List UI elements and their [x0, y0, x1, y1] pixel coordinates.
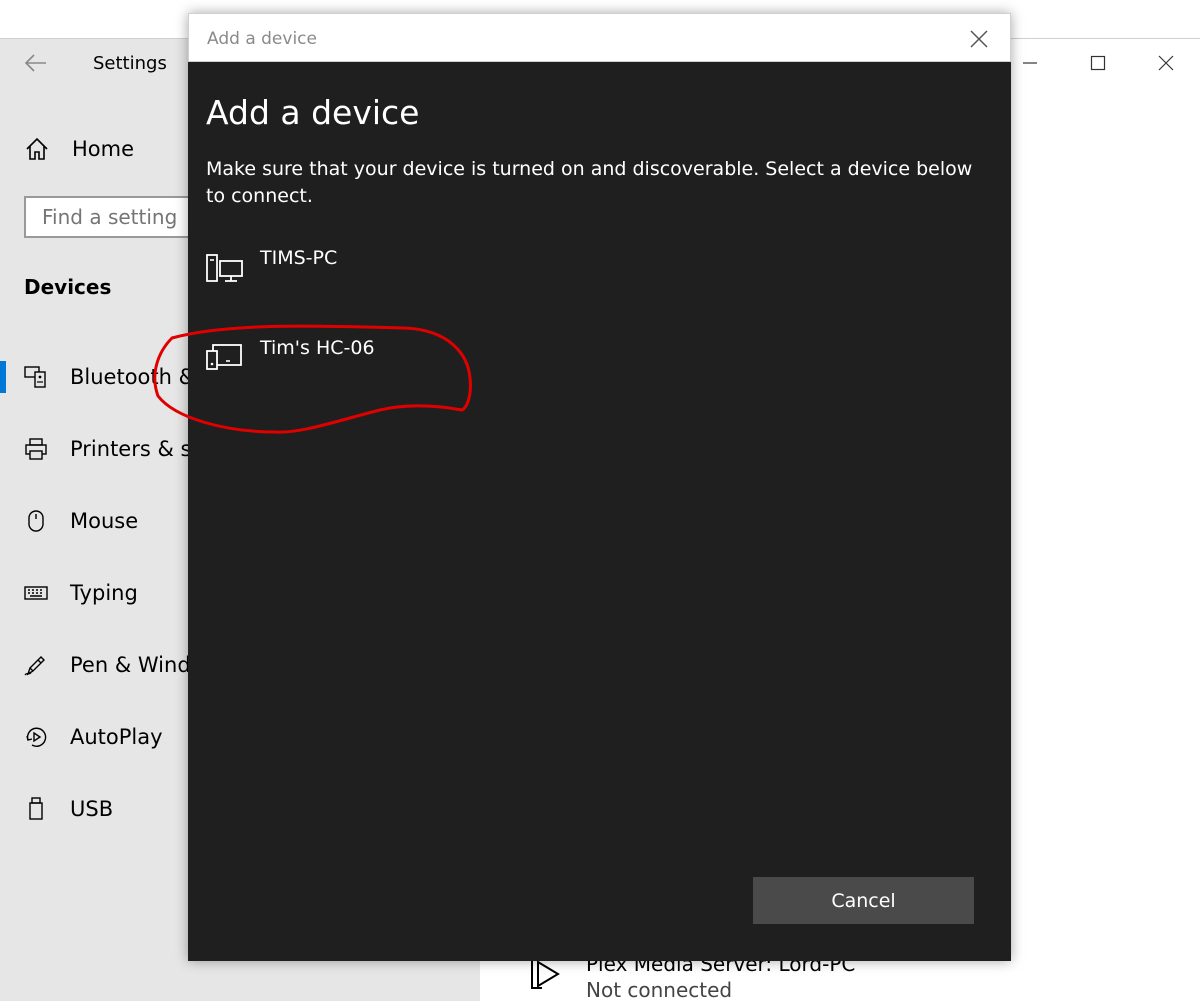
dialog-titlebar: Add a device	[188, 13, 1011, 62]
dialog-heading: Add a device	[206, 93, 420, 132]
pen-icon	[24, 656, 45, 676]
minimize-icon	[1023, 62, 1037, 64]
dialog-close-button[interactable]	[966, 26, 992, 52]
keyboard-icon	[24, 586, 48, 600]
maximize-icon	[1090, 55, 1106, 71]
sidebar-item-label: Mouse	[70, 509, 139, 533]
dialog-titlebar-text: Add a device	[207, 29, 317, 49]
mouse-icon	[28, 510, 44, 532]
close-icon	[970, 30, 988, 48]
close-icon	[1158, 55, 1174, 71]
back-arrow-icon[interactable]	[24, 53, 48, 73]
selection-indicator	[0, 361, 6, 393]
dialog-description: Make sure that your device is turned on …	[206, 158, 973, 207]
device-name: Tim's HC-06	[260, 337, 375, 359]
maximize-button[interactable]	[1064, 39, 1132, 87]
sidebar-item-label: Typing	[70, 581, 138, 605]
add-device-dialog: Add a device Add a device Make sure that…	[188, 13, 1011, 961]
autoplay-icon	[26, 727, 47, 747]
sidebar-item-label: AutoPlay	[70, 725, 163, 749]
printer-icon	[25, 438, 47, 460]
close-window-button[interactable]	[1132, 39, 1200, 87]
home-icon	[26, 137, 48, 160]
sidebar-item-label: USB	[70, 797, 114, 821]
usb-icon	[29, 797, 43, 820]
section-title: Devices	[24, 275, 112, 299]
window-controls	[996, 39, 1200, 87]
cancel-button[interactable]: Cancel	[753, 877, 974, 924]
app-title: Settings	[93, 53, 167, 74]
computer-icon	[206, 254, 243, 282]
home-label: Home	[72, 137, 135, 161]
device-name: TIMS-PC	[260, 247, 338, 269]
bluetooth-devices-icon	[24, 366, 46, 388]
device-item-hc-06[interactable]: Tim's HC-06	[206, 337, 766, 393]
home-link[interactable]: Home	[24, 135, 134, 163]
device-status: Not connected	[586, 978, 733, 1002]
device-icon	[206, 344, 242, 370]
device-item-tims-pc[interactable]: TIMS-PC	[206, 247, 766, 303]
